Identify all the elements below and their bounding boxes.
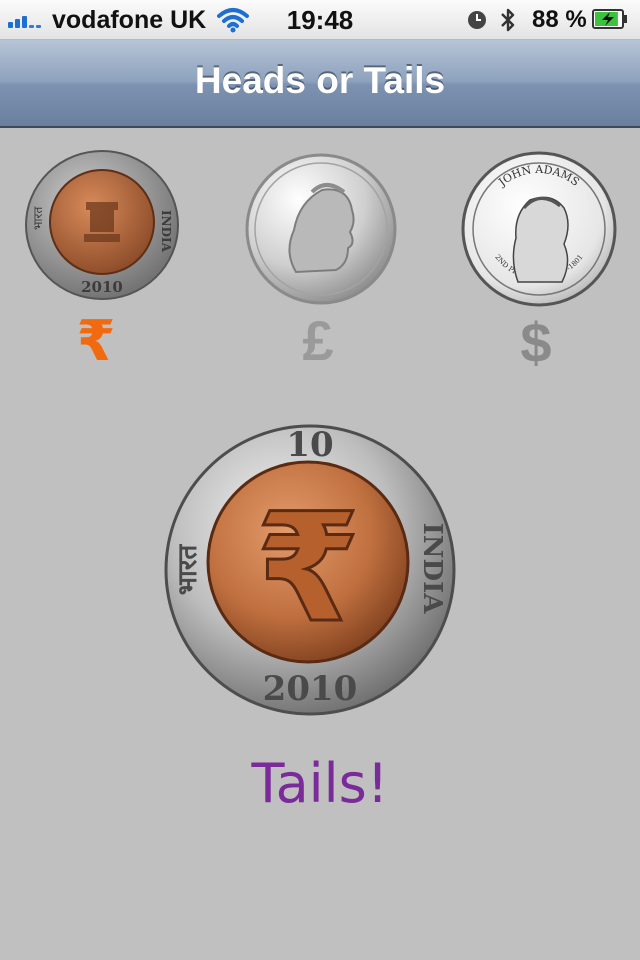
pound-coin-icon xyxy=(245,153,397,305)
dollar-coin-icon: JOHN ADAMS 2ND PRESIDENT 1797-1801 xyxy=(461,151,617,307)
pound-symbol[interactable]: £ xyxy=(278,308,358,373)
rupee-coin-icon: 2010 भारत INDIA xyxy=(25,150,179,300)
coin-year: 2010 xyxy=(81,278,123,296)
coin-option-pound[interactable] xyxy=(244,152,398,306)
coin-left-text: भारत xyxy=(173,544,203,596)
heads-or-tails-screen: vodafone UK 19:48 88 % Heads or Tails 20… xyxy=(0,0,640,960)
navigation-bar: Heads or Tails xyxy=(0,40,640,128)
dollar-symbol[interactable]: $ xyxy=(496,310,576,375)
coin-denomination: 10 xyxy=(286,425,333,465)
coin-option-dollar[interactable]: JOHN ADAMS 2ND PRESIDENT 1797-1801 xyxy=(460,150,618,308)
bluetooth-icon xyxy=(501,8,515,32)
coin-right-text: INDIA xyxy=(417,523,447,615)
alarm-clock-icon xyxy=(468,11,486,29)
coin-option-rupee[interactable]: 2010 भारत INDIA xyxy=(24,150,180,300)
page-title: Heads or Tails xyxy=(194,60,446,101)
battery-icon xyxy=(592,9,627,29)
rupee-symbol-embossed: ₹ xyxy=(256,482,360,656)
battery-percent: 88 % xyxy=(532,6,587,33)
result-coin: 10 2010 भारत INDIA ₹ xyxy=(164,424,456,716)
coin-left-text: भारत xyxy=(31,206,45,230)
status-bar: vodafone UK 19:48 88 % xyxy=(0,0,640,40)
coin-year: 2010 xyxy=(263,669,358,709)
result-text: Tails! xyxy=(251,752,389,815)
coin-right-text: INDIA xyxy=(159,210,173,253)
rupee-symbol[interactable]: ₹ xyxy=(56,308,136,374)
